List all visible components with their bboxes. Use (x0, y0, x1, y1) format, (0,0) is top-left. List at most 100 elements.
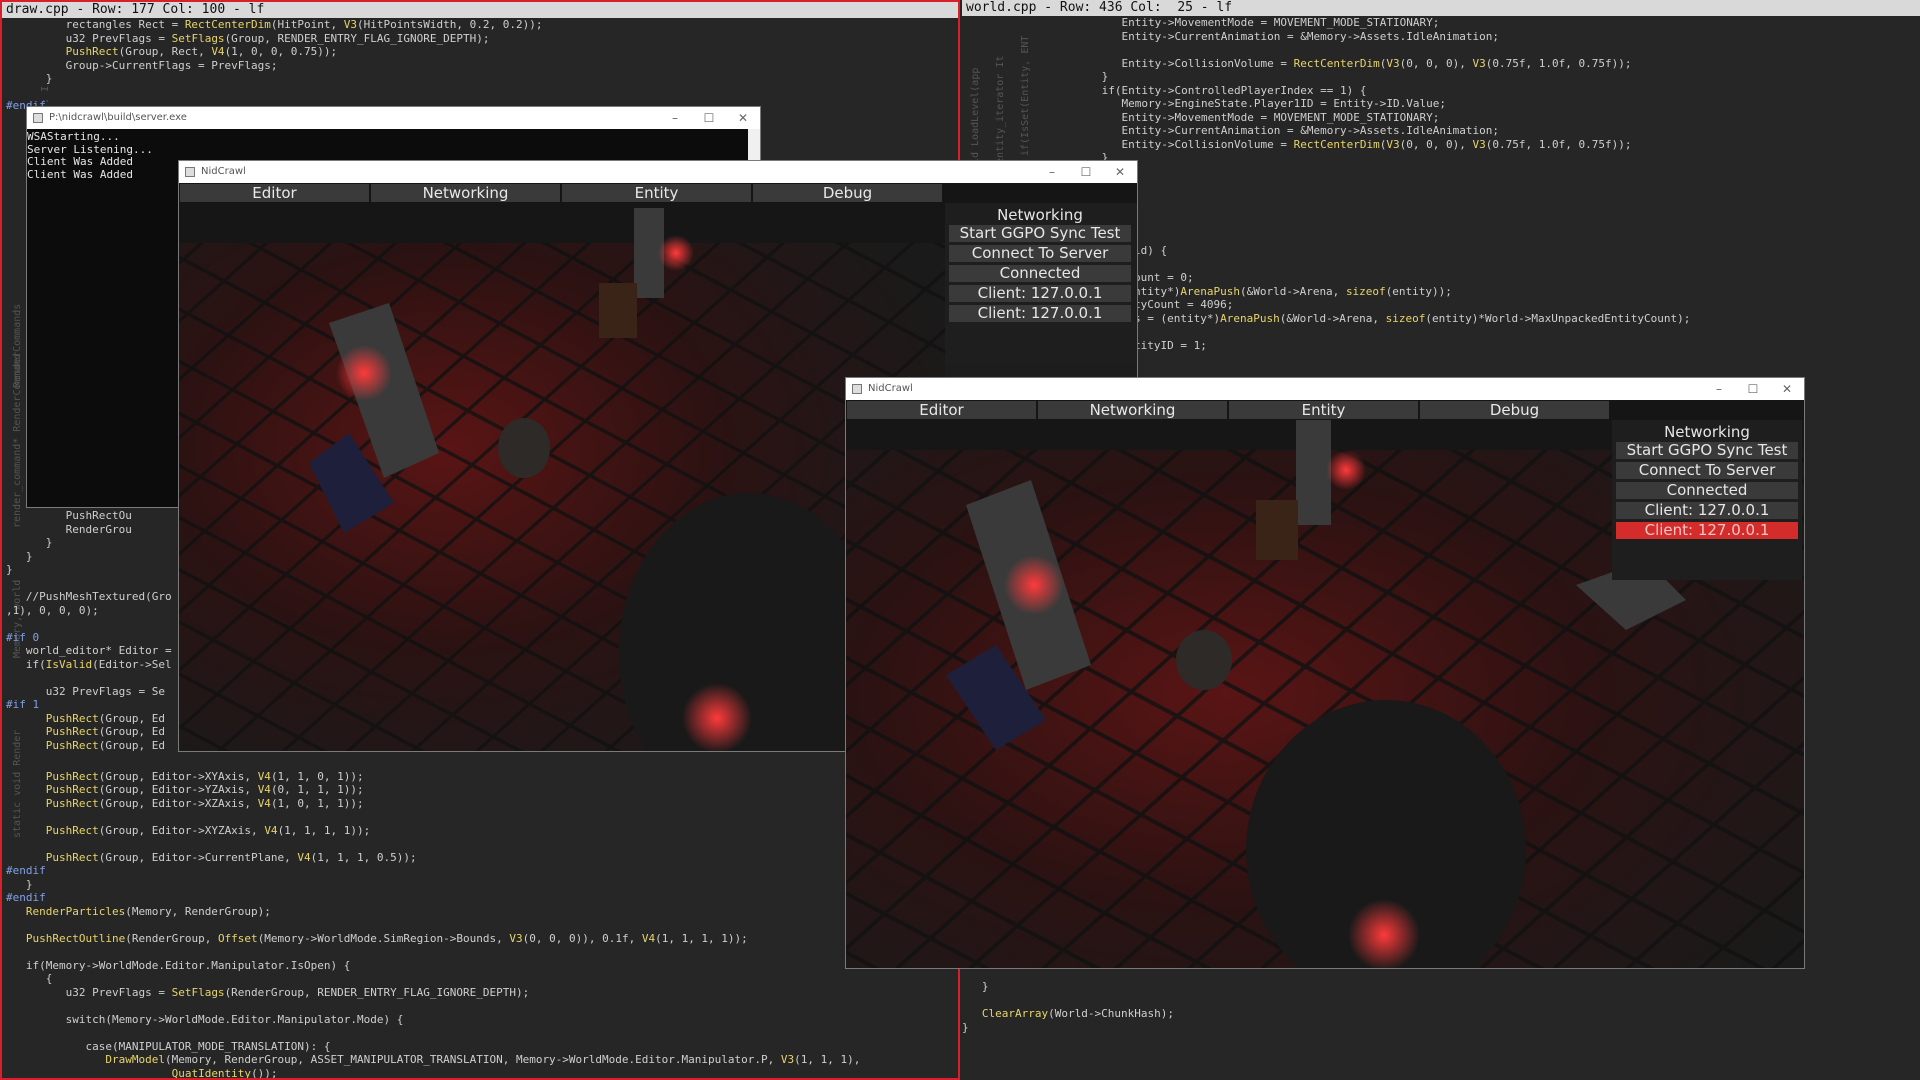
menu-editor[interactable]: Editor (180, 184, 369, 202)
game1-3d-scene[interactable] (179, 203, 945, 751)
game1-close-button[interactable]: ✕ (1103, 161, 1137, 183)
code-line[interactable]: if(Entity->ControlledPlayerIndex == 1) { (1042, 84, 1920, 98)
code-line[interactable]: } (962, 980, 1920, 994)
code-line[interactable]: Entity->MovementMode = MOVEMENT_MODE_STA… (1042, 16, 1920, 30)
code-line[interactable]: u32 PrevFlags = SetFlags(RenderGroup, RE… (6, 986, 958, 1000)
code-line[interactable]: Group->CurrentFlags = PrevFlags; (6, 59, 958, 73)
console-minimize-button[interactable]: – (658, 107, 692, 129)
code-line[interactable]: RenderParticles(Memory, RenderGroup); (6, 905, 958, 919)
code-line[interactable]: if(Memory->WorldMode.Editor.Manipulator.… (6, 959, 958, 973)
code-line[interactable] (6, 999, 958, 1013)
code-line[interactable]: PushRect(Group, Editor->YZAxis, V4(0, 1,… (6, 783, 958, 797)
code-line[interactable]: case(MANIPULATOR_MODE_TRANSLATION): { (6, 1040, 958, 1054)
code-line[interactable]: ld) { (1134, 244, 1920, 258)
code-line[interactable]: DrawModel(Memory, RenderGroup, ASSET_MAN… (6, 1053, 958, 1067)
menu-entity[interactable]: Entity (1229, 401, 1418, 419)
code-line[interactable]: Entity->MovementMode = MOVEMENT_MODE_STA… (1042, 111, 1920, 125)
code-line[interactable]: PushRectOutline(RenderGroup, Offset(Memo… (6, 932, 958, 946)
code-line[interactable]: { (6, 972, 958, 986)
game2-close-button[interactable]: ✕ (1770, 378, 1804, 400)
code-line[interactable]: } (1042, 70, 1920, 84)
right-code-block-middle[interactable]: ld) { ount = 0; ntity*)ArenaPush(&World->A… (1134, 244, 1920, 352)
code-line[interactable] (1042, 43, 1920, 57)
menu-debug[interactable]: Debug (1420, 401, 1609, 419)
start-ggpo-sync-test-button[interactable]: Start GGPO Sync Test (1616, 442, 1798, 459)
code-line[interactable] (6, 945, 958, 959)
gutter-label: void LoadLevel(app (970, 67, 981, 176)
code-line[interactable]: } (6, 878, 958, 892)
console-title: P:\nidcrawl\build\server.exe (49, 112, 187, 123)
code-line[interactable]: PushRect(Group, Editor->CurrentPlane, V4… (6, 851, 958, 865)
game2-maximize-button[interactable]: ☐ (1736, 378, 1770, 400)
code-line[interactable]: PushRect(Group, Editor->XZAxis, V4(1, 0,… (6, 797, 958, 811)
code-line[interactable]: rectangles Rect = RectCenterDim(HitPoint… (6, 18, 958, 32)
console-titlebar[interactable]: P:\nidcrawl\build\server.exe – ☐ ✕ (27, 107, 760, 129)
left-code-block-top[interactable]: rectangles Rect = RectCenterDim(HitPoint… (6, 18, 958, 113)
game-window-2-viewport[interactable]: Editor Networking Entity Debug Networkin… (846, 400, 1804, 968)
menu-entity[interactable]: Entity (562, 184, 751, 202)
game-window-2-titlebar[interactable]: NidCrawl – ☐ ✕ (846, 378, 1804, 400)
menu-debug[interactable]: Debug (753, 184, 942, 202)
game1-minimize-button[interactable]: – (1035, 161, 1069, 183)
code-line[interactable] (6, 918, 958, 932)
code-line[interactable] (6, 810, 958, 824)
code-line[interactable]: PushRect(Group, Editor->XYZAxis, V4(1, 1… (6, 824, 958, 838)
console-close-button[interactable]: ✕ (726, 107, 760, 129)
game-window-1-titlebar[interactable]: NidCrawl – ☐ ✕ (179, 161, 1137, 183)
client-list-item[interactable]: Client: 127.0.0.1 (949, 305, 1131, 322)
connection-status: Connected (1616, 482, 1798, 499)
right-code-block-bottom[interactable]: } ClearArray(World->ChunkHash);} (962, 980, 1920, 1034)
code-line[interactable]: } (1042, 151, 1920, 165)
client-list-item[interactable]: Client: 127.0.0.1 (1616, 502, 1798, 519)
game-window-2-title: NidCrawl (868, 383, 913, 394)
code-line[interactable] (1134, 258, 1920, 272)
code-line[interactable]: tyCount = 4096; (1134, 298, 1920, 312)
code-line[interactable]: tityID = 1; (1134, 339, 1920, 353)
code-line[interactable]: } (6, 72, 958, 86)
game2-minimize-button[interactable]: – (1702, 378, 1736, 400)
code-line[interactable]: Memory->EngineState.Player1ID = Entity->… (1042, 97, 1920, 111)
code-line[interactable]: Entity->CollisionVolume = RectCenterDim(… (1042, 57, 1920, 71)
game-window-2[interactable]: NidCrawl – ☐ ✕ Editor Networking Entity … (846, 378, 1804, 968)
code-line[interactable]: ntity*)ArenaPush(&World->Arena, sizeof(e… (1134, 285, 1920, 299)
code-line[interactable] (962, 994, 1920, 1008)
left-editor-status-bar: draw.cpp - Row: 177 Col: 100 - lf (2, 2, 958, 18)
console-line: Server Listening... (27, 142, 153, 156)
code-line[interactable]: PushRect(Group, Editor->XYAxis, V4(1, 1,… (6, 770, 958, 784)
code-line[interactable]: PushRect(Group, Rect, V4(1, 0, 0, 0.75))… (6, 45, 958, 59)
code-line[interactable]: switch(Memory->WorldMode.Editor.Manipula… (6, 1013, 958, 1027)
code-line[interactable]: } (962, 1021, 1920, 1035)
code-line[interactable] (6, 86, 958, 100)
right-editor-status-bar: world.cpp - Row: 436 Col: 25 - lf (962, 0, 1920, 16)
code-line[interactable] (1134, 325, 1920, 339)
code-line[interactable]: Entity->CurrentAnimation = &Memory->Asse… (1042, 124, 1920, 138)
code-line[interactable]: Entity->CollisionVolume = RectCenterDim(… (1042, 138, 1920, 152)
menu-networking[interactable]: Networking (1038, 401, 1227, 419)
console-line: WSAStarting... (27, 130, 120, 143)
menu-networking[interactable]: Networking (371, 184, 560, 202)
connect-to-server-button[interactable]: Connect To Server (949, 245, 1131, 262)
code-line[interactable] (6, 837, 958, 851)
client-list-item[interactable]: Client: 127.0.0.1 (949, 285, 1131, 302)
gutter-label: r(entity_iterator It (995, 55, 1006, 176)
menu-editor[interactable]: Editor (847, 401, 1036, 419)
code-line[interactable]: ount = 0; (1134, 271, 1920, 285)
code-line[interactable]: ClearArray(World->ChunkHash); (962, 1007, 1920, 1021)
start-ggpo-sync-test-button[interactable]: Start GGPO Sync Test (949, 225, 1131, 242)
console-maximize-button[interactable]: ☐ (692, 107, 726, 129)
connect-to-server-button[interactable]: Connect To Server (1616, 462, 1798, 479)
code-line[interactable]: QuatIdentity()); (6, 1067, 958, 1079)
code-line[interactable]: #endif (6, 864, 958, 878)
client-list-item-selected[interactable]: Client: 127.0.0.1 (1616, 522, 1798, 539)
right-code-block-top[interactable]: Entity->MovementMode = MOVEMENT_MODE_STA… (1042, 16, 1920, 165)
game-app-icon (852, 384, 862, 394)
code-line[interactable] (6, 756, 958, 770)
code-line[interactable]: #endif (6, 891, 958, 905)
game2-menu-bar: Editor Networking Entity Debug (846, 400, 1804, 420)
left-code-block-bottom[interactable]: PushRect(Group, Editor->XYAxis, V4(1, 1,… (6, 756, 958, 1079)
code-line[interactable]: u32 PrevFlags = SetFlags(Group, RENDER_E… (6, 32, 958, 46)
code-line[interactable] (6, 1026, 958, 1040)
game1-maximize-button[interactable]: ☐ (1069, 161, 1103, 183)
code-line[interactable]: s = (entity*)ArenaPush(&World->Arena, si… (1134, 312, 1920, 326)
code-line[interactable]: Entity->CurrentAnimation = &Memory->Asse… (1042, 30, 1920, 44)
